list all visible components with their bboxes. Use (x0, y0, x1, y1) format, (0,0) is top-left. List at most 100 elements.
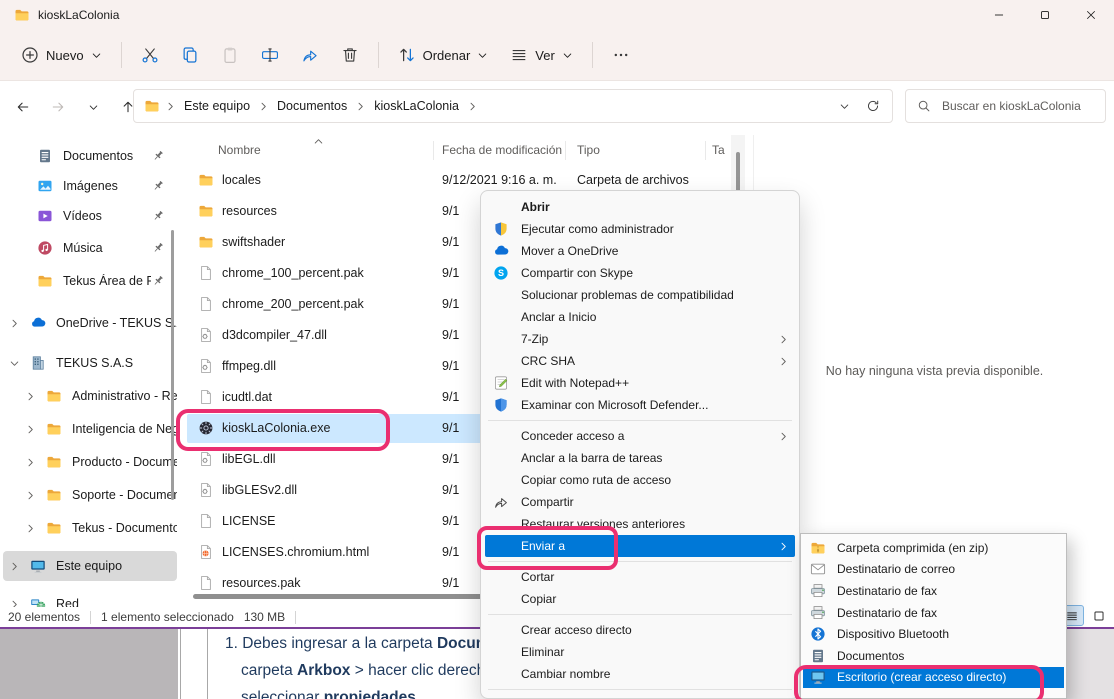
folder-icon (46, 520, 62, 536)
context-menu-item-cortar[interactable]: Cortar (485, 566, 795, 588)
send-to-item-escritorio-crear-acceso-directo[interactable]: Escritorio (crear acceso directo) (803, 667, 1064, 689)
file-date: 9/1 (442, 483, 459, 497)
context-menu-item-examinar-con-microsoft-defender[interactable]: Examinar con Microsoft Defender... (485, 394, 795, 416)
sidebar-item-documentos[interactable]: Documentos (3, 141, 177, 171)
context-menu-item-crc-sha[interactable]: CRC SHA (485, 350, 795, 372)
sidebar-item-v-deos[interactable]: Vídeos (3, 201, 177, 231)
menu-icon-slot (493, 516, 509, 532)
maximize-button[interactable] (1022, 0, 1068, 30)
sidebar-item-red[interactable]: Red (3, 589, 177, 609)
context-menu-item-restaurar-versiones-anteriores[interactable]: Restaurar versiones anteriores (485, 513, 795, 535)
expander-chevron-right-icon[interactable] (9, 318, 20, 329)
rename-button[interactable] (250, 38, 290, 72)
column-header-tamano[interactable]: Tamaño (712, 143, 725, 157)
column-header-nombre[interactable]: Nombre (218, 143, 261, 157)
context-menu-item-abrir[interactable]: Abrir (485, 196, 795, 218)
share-icon (493, 494, 509, 510)
back-button[interactable] (10, 91, 36, 123)
breadcrumb[interactable]: Este equipo Documentos kioskLaColonia (133, 89, 893, 123)
context-menu-item-ejecutar-como-administrador[interactable]: Ejecutar como administrador (485, 218, 795, 240)
expander-chevron-right-icon[interactable] (25, 457, 36, 468)
ver-button[interactable]: Ver (499, 38, 584, 72)
share-arrow-button[interactable] (290, 38, 330, 72)
sidebar-item-onedrive-tekus-s-a[interactable]: OneDrive - TEKUS S.A (3, 308, 177, 338)
details-view-icon (1065, 609, 1079, 623)
breadcrumb-segment-documentos[interactable]: Documentos (270, 96, 354, 116)
chevron-down-button[interactable] (839, 101, 850, 112)
search-box[interactable] (905, 89, 1106, 123)
toolbar-button-label: Ver (535, 48, 555, 63)
sidebar-item-m-sica[interactable]: Música (3, 233, 177, 263)
send-to-item-carpeta-comprimida-en-zip[interactable]: Carpeta comprimida (en zip) (803, 537, 1064, 559)
sidebar-item-administrativo-re[interactable]: Administrativo - Re (3, 381, 177, 411)
sidebar-item-label: Tekus Área de Pro (63, 274, 151, 288)
breadcrumb-segment-este-equipo[interactable]: Este equipo (177, 96, 257, 116)
sidebar-item-inteligencia-de-nego[interactable]: Inteligencia de Nego (3, 414, 177, 444)
dll-icon (198, 358, 214, 374)
ellipsis-button[interactable] (601, 38, 641, 72)
nuevo-button[interactable]: Nuevo (10, 38, 113, 72)
plus-circle-icon (21, 46, 39, 64)
minimize-button[interactable] (976, 0, 1022, 30)
context-menu-item-compartir-con-skype[interactable]: SCompartir con Skype (485, 262, 795, 284)
sidebar-item-tekus-documentos[interactable]: Tekus - Documentos (3, 513, 177, 543)
expander-chevron-right-icon[interactable] (25, 391, 36, 402)
ordenar-button[interactable]: Ordenar (387, 38, 500, 72)
send-to-item-destinatario-de-correo[interactable]: Destinatario de correo (803, 559, 1064, 581)
context-menu-item-crear-acceso-directo[interactable]: Crear acceso directo (485, 619, 795, 641)
expander-chevron-down-icon[interactable] (9, 358, 20, 369)
send-to-item-destinatario-de-fax[interactable]: Destinatario de fax (803, 602, 1064, 624)
context-menu-item-cambiar-nombre[interactable]: Cambiar nombre (485, 663, 795, 685)
expander-chevron-right-icon[interactable] (9, 561, 20, 572)
column-divider[interactable] (433, 141, 434, 160)
sidebar-item-soporte-document[interactable]: Soporte - Document (3, 480, 177, 510)
context-menu-item-anclar-a-la-barra-de-tareas[interactable]: Anclar a la barra de tareas (485, 447, 795, 469)
sidebar-item-tekus-rea-de-pro[interactable]: Tekus Área de Pro (3, 266, 177, 296)
send-to-item-documentos[interactable]: Documentos (803, 645, 1064, 667)
expander-chevron-right-icon[interactable] (25, 523, 36, 534)
context-menu-item-anclar-a-inicio[interactable]: Anclar a Inicio (485, 306, 795, 328)
column-divider[interactable] (565, 141, 566, 160)
copy-button[interactable] (170, 38, 210, 72)
column-header-tipo[interactable]: Tipo (577, 143, 600, 157)
toolbar-divider (378, 42, 379, 68)
paste-button[interactable] (210, 38, 250, 72)
file-type: Carpeta de archivos (577, 173, 689, 187)
context-menu-item-propiedades[interactable]: Propiedades (485, 694, 795, 699)
sidebar-item-im-genes[interactable]: Imágenes (3, 171, 177, 201)
search-input[interactable] (940, 98, 1094, 114)
forward-button[interactable] (45, 91, 71, 123)
file-date: 9/1 (442, 359, 459, 373)
context-menu-item-edit-with-notepad[interactable]: Edit with Notepad++ (485, 372, 795, 394)
context-menu-item-7-zip[interactable]: 7-Zip (485, 328, 795, 350)
breadcrumb-segment-kiosklacolonia[interactable]: kioskLaColonia (367, 96, 466, 116)
expander-chevron-right-icon[interactable] (25, 424, 36, 435)
chevron-down-icon (562, 50, 573, 61)
context-menu-item-solucionar-problemas-de-compatibilidad[interactable]: Solucionar problemas de compatibilidad (485, 284, 795, 306)
context-menu-item-copiar[interactable]: Copiar (485, 588, 795, 610)
sidebar-scrollbar[interactable] (171, 230, 174, 500)
context-menu-item-enviar-a[interactable]: Enviar a (485, 535, 795, 557)
chevron-down-icon (839, 101, 850, 112)
sidebar-item-tekus-s-a-s[interactable]: TEKUS S.A.S (3, 348, 177, 378)
icons-view-button[interactable] (1087, 605, 1111, 626)
column-divider[interactable] (705, 141, 706, 160)
send-to-item-dispositivo-bluetooth[interactable]: Dispositivo Bluetooth (803, 623, 1064, 645)
sidebar-item-producto-docume[interactable]: Producto - Docume (3, 447, 177, 477)
sidebar-item-este-equipo[interactable]: Este equipo (3, 551, 177, 581)
refresh-button[interactable] (866, 99, 880, 113)
send-to-item-destinatario-de-fax[interactable]: Destinatario de fax (803, 580, 1064, 602)
expander-chevron-right-icon[interactable] (25, 490, 36, 501)
column-header-fecha[interactable]: Fecha de modificación (442, 143, 562, 157)
context-menu-item-copiar-como-ruta-de-acceso[interactable]: Copiar como ruta de acceso (485, 469, 795, 491)
close-button[interactable] (1068, 0, 1114, 30)
menu-divider (488, 689, 792, 690)
chevron-down-button[interactable] (80, 91, 106, 123)
context-menu-item-compartir[interactable]: Compartir (485, 491, 795, 513)
context-menu-item-eliminar[interactable]: Eliminar (485, 641, 795, 663)
context-menu-item-conceder-acceso-a[interactable]: Conceder acceso a (485, 425, 795, 447)
context-menu-item-mover-a-onedrive[interactable]: Mover a OneDrive (485, 240, 795, 262)
folder-icon (46, 487, 62, 503)
trash-button[interactable] (330, 38, 370, 72)
cut-button[interactable] (130, 38, 170, 72)
